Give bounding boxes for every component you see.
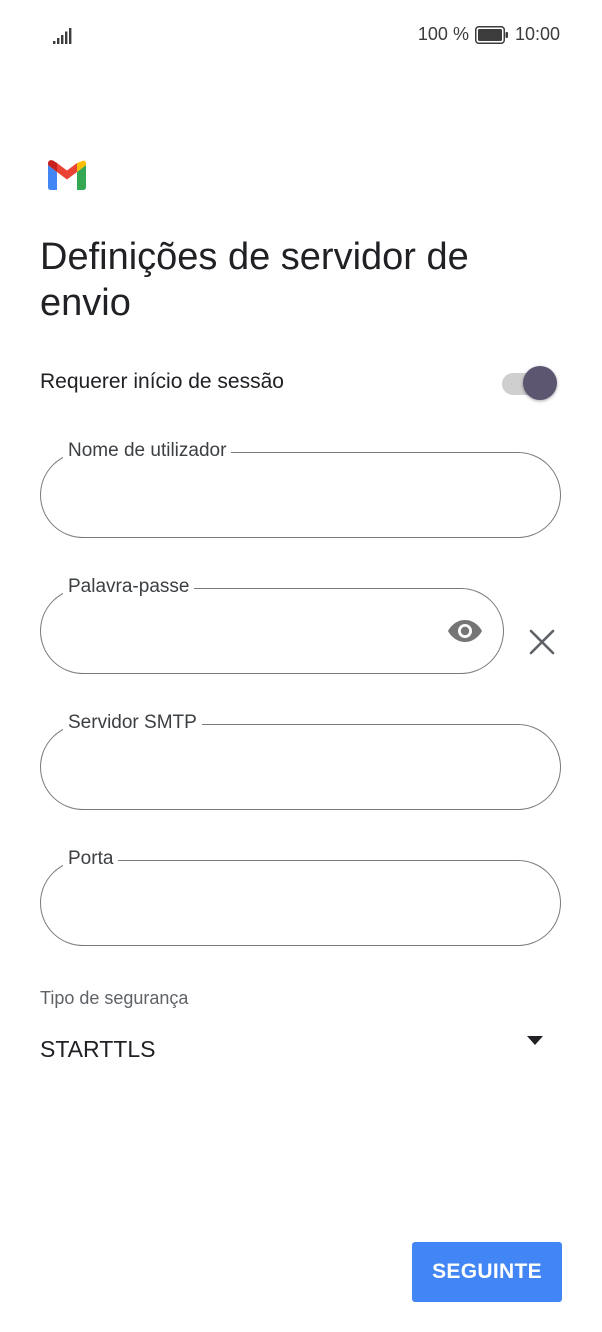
- status-bar: 100 % 10:00: [0, 0, 602, 72]
- close-icon[interactable]: [528, 628, 556, 656]
- next-button[interactable]: SEGUINTE: [412, 1242, 562, 1302]
- security-type-value: STARTTLS: [40, 1036, 156, 1062]
- password-input[interactable]: [67, 613, 433, 651]
- username-label: Nome de utilizador: [63, 439, 232, 463]
- signin-required-toggle[interactable]: [502, 366, 558, 400]
- dropdown-arrow-icon: [527, 1036, 543, 1045]
- port-label: Porta: [63, 847, 119, 871]
- gmail-logo: [48, 160, 86, 190]
- security-type-dropdown[interactable]: STARTTLS: [40, 1026, 560, 1074]
- signin-required-label: Requerer início de sessão: [40, 370, 284, 393]
- username-field[interactable]: Nome de utilizador: [40, 439, 561, 538]
- page-title: Definições de servidor de envio: [40, 236, 469, 324]
- eye-icon[interactable]: [447, 617, 483, 645]
- status-time: 10:00: [514, 24, 560, 44]
- port-input[interactable]: [67, 885, 490, 923]
- smtp-server-input[interactable]: [67, 749, 490, 787]
- smtp-server-field[interactable]: Servidor SMTP: [40, 711, 561, 810]
- security-type-label: Tipo de segurança: [40, 988, 189, 1008]
- port-field[interactable]: Porta: [40, 847, 561, 946]
- toggle-thumb: [523, 366, 557, 400]
- username-input[interactable]: [67, 477, 490, 515]
- password-field[interactable]: Palavra-passe: [40, 575, 504, 674]
- battery-full-icon: [474, 25, 508, 44]
- smtp-server-label: Servidor SMTP: [63, 711, 202, 735]
- password-label: Palavra-passe: [63, 575, 195, 599]
- status-right: 100 % 10:00: [418, 24, 560, 45]
- signal-bars-icon: [53, 28, 72, 44]
- battery-percent: 100 %: [417, 24, 469, 44]
